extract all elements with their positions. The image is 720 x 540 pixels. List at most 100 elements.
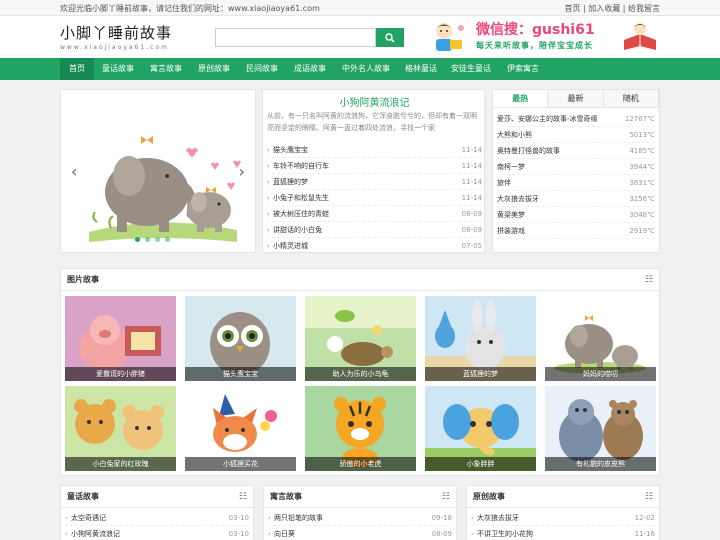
search-icon [385,32,395,43]
nav-idioms[interactable]: 成语故事 [286,58,334,80]
slider-next-button[interactable]: › [239,162,245,181]
top-links: 首页 | 加入收藏 | 给我留言 [564,3,660,14]
menu-icon[interactable]: ☷ [645,269,653,291]
menu-icon[interactable]: ☷ [239,486,247,508]
story-caption: 有礼貌的皮皮熊 [545,457,656,471]
slider-dot[interactable] [135,237,140,242]
search-button[interactable] [376,28,404,47]
slider-dot[interactable] [145,237,150,242]
list-item[interactable]: 旅伴 3831℃ [497,175,655,191]
wechat-banner[interactable]: 微信搜：gushi61 每天来听故事，陪伴宝宝成长 [430,18,660,56]
list-item[interactable]: 小狗阿黄流浪记03-10 [65,526,249,540]
story-caption: 小象胖胖 [425,457,536,471]
ranking-panel: 最热 最新 随机 爱莎、安娜公主的故事-冰雪奇缘 12767℃ 大熊和小熊 5013… [492,89,660,253]
nav-celebrities[interactable]: 中外名人故事 [334,58,398,80]
section-header: 图片故事 ☷ [61,269,659,291]
featured-story: 小狗阿黄流浪记 从前，有一只名叫阿黄的流浪狗，它浑身脏兮兮的，但却有着一双明亮而… [262,89,486,254]
slider-prev-button[interactable]: ‹ [71,162,77,181]
story-caption: 助人为乐的小乌龟 [305,367,416,381]
featured-description: 从前，有一只名叫阿黄的流浪狗，它浑身脏兮兮的，但却有着一双明亮而坚定的眼睛。阿黄… [267,112,477,132]
list-item[interactable]: 大熊和小熊 5013℃ [497,127,655,143]
image-slider[interactable]: ‹ › [60,89,256,253]
nav-original[interactable]: 原创故事 [190,58,238,80]
add-favorite-link[interactable]: 加入收藏 [588,4,620,13]
section-header: 童话故事 ☷ [61,486,253,508]
list-item[interactable]: 两只铅笔的故事09-18 [268,510,452,526]
list-item[interactable]: 大灰狼去拔牙12-02 [471,510,655,526]
list-item[interactable]: 猫头鹰宝宝11-14 [267,142,482,158]
list-item[interactable]: 蓝狐狸的梦11-14 [267,174,482,190]
top-bar: 欢迎光临小脚丫睡前故事，请记住我们的网址：www.xiaojiaoya61.co… [0,0,720,16]
book-girl-icon [624,23,656,50]
story-thumbnail[interactable]: 小狐狸买花 [185,386,296,471]
story-caption: 小狐狸买花 [185,457,296,471]
list-item[interactable]: 不讲卫生的小花狗11-16 [471,526,655,540]
welcome-text: 欢迎光临小脚丫睡前故事，请记住我们的网址：www.xiaojiaoya61.co… [60,4,320,13]
tab-random[interactable]: 随机 [603,90,659,107]
tab-newest[interactable]: 最新 [548,90,604,107]
featured-list: 猫头鹰宝宝11-14 车铃不响的自行车11-14 蓝狐狸的梦11-14 小兔子和… [267,142,482,254]
header: 小脚丫睡前故事 www.xiaojiaoya61.com 微信搜：gushi61… [0,16,720,58]
nav-andersen[interactable]: 安徒生童话 [444,58,498,80]
separator: | [620,4,628,13]
list-item[interactable]: 被大树压住的青蛙08-09 [267,206,482,222]
menu-icon[interactable]: ☷ [442,486,450,508]
picture-stories: 图片故事 ☷ 爱撒谎的小胖猪 猫头鹰宝宝 助人为乐的小乌龟 蓝狐狸的梦 妈妈的唠… [60,268,660,476]
story-caption: 蓝狐狸的梦 [425,367,536,381]
main-nav: 首页 童话故事 寓言故事 原创故事 民间故事 成语故事 中外名人故事 格林童话 … [0,58,720,80]
wechat-id: 微信搜：gushi61 [476,22,595,38]
tab-hottest[interactable]: 最热 [493,90,549,107]
nav-grimm[interactable]: 格林童话 [398,58,444,80]
ranking-list: 爱莎、安娜公主的故事-冰雪奇缘 12767℃ 大熊和小熊 5013℃ 奥特曼打怪兽的… [493,108,659,242]
list-item[interactable]: 南柯一梦 3944℃ [497,159,655,175]
nav-aesop[interactable]: 伊索寓言 [498,58,548,80]
list-item[interactable]: 车铃不响的自行车11-14 [267,158,482,174]
section-header: 寓言故事 ☷ [264,486,456,508]
story-thumbnail[interactable]: 骄傲的小老虎 [305,386,416,471]
nav-fairy-tales[interactable]: 童话故事 [94,58,142,80]
slider-dot[interactable] [155,237,160,242]
story-thumbnail[interactable]: 爱撒谎的小胖猪 [65,296,176,381]
story-caption: 小白兔家的红玫瑰 [65,457,176,471]
list-item[interactable]: 小兔子和松鼠先生11-14 [267,190,482,206]
list-item[interactable]: 太空奇遇记03-10 [65,510,249,526]
list-item[interactable]: 讲甜话的小白兔08-09 [267,222,482,238]
nav-fables[interactable]: 寓言故事 [142,58,190,80]
list-item[interactable]: 黄梁美梦 3048℃ [497,207,655,223]
story-thumbnail[interactable]: 小象胖胖 [425,386,536,471]
logo-url: www.xiaojiaoya61.com [60,44,169,51]
menu-icon[interactable]: ☷ [645,486,653,508]
nav-folk[interactable]: 民间故事 [238,58,286,80]
story-caption: 妈妈的唠叨 [545,367,656,381]
story-thumbnail[interactable]: 助人为乐的小乌龟 [305,296,416,381]
list-item[interactable]: 小精灵进城07-05 [267,238,482,254]
story-thumbnail[interactable]: 妈妈的唠叨 [545,296,656,381]
search-input[interactable] [215,28,376,47]
list-item[interactable]: 大灰狼去拔牙 3256℃ [497,191,655,207]
story-thumbnail[interactable]: 有礼貌的皮皮熊 [545,386,656,471]
nav-home[interactable]: 首页 [60,58,94,80]
site-logo[interactable]: 小脚丫睡前故事 www.xiaojiaoya61.com [60,22,190,54]
section-title: 图片故事 [67,275,99,284]
list-item[interactable]: 拼装游戏 2919℃ [497,223,655,239]
story-thumbnail[interactable]: 小白兔家的红玫瑰 [65,386,176,471]
slider-dot[interactable] [165,237,170,242]
story-thumbnail[interactable]: 猫头鹰宝宝 [185,296,296,381]
ranking-tabs: 最热 最新 随机 [493,90,659,108]
featured-title[interactable]: 小狗阿黄流浪记 [263,94,486,109]
home-link[interactable]: 首页 [564,4,580,13]
category-list-fairy: 童话故事☷ 太空奇遇记03-10 小狗阿黄流浪记03-10 [60,485,254,540]
list-item[interactable]: 爱莎、安娜公主的故事-冰雪奇缘 12767℃ [497,111,655,127]
wechat-slogan: 每天来听故事，陪伴宝宝成长 [476,41,593,50]
story-caption: 骄傲的小老虎 [305,457,416,471]
list-item[interactable]: 向日葵08-09 [268,526,452,540]
story-thumbnail[interactable]: 蓝狐狸的梦 [425,296,536,381]
slider-dots [135,237,170,242]
list-item[interactable]: 奥特曼打怪兽的故事 4185℃ [497,143,655,159]
story-caption: 猫头鹰宝宝 [185,367,296,381]
logo-name: 小脚丫睡前故事 [60,24,173,42]
leave-message-link[interactable]: 给我留言 [628,4,660,13]
child-reading-icon [436,23,464,51]
category-list-original: 原创故事☷ 大灰狼去拔牙12-02 不讲卫生的小花狗11-16 [466,485,660,540]
section-header: 原创故事 ☷ [467,486,659,508]
